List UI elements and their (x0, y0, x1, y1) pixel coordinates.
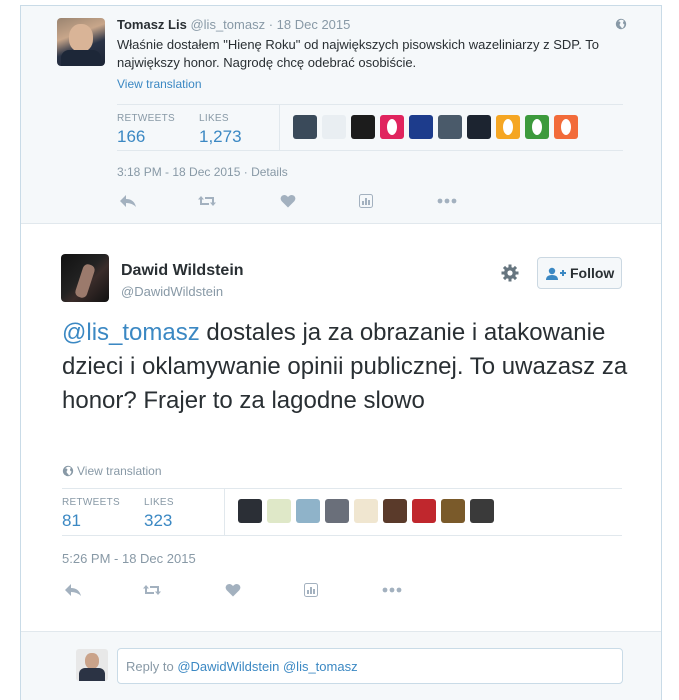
reply-input[interactable]: Reply to @DawidWildstein @lis_tomasz (117, 648, 623, 684)
liker-avatar[interactable] (412, 499, 436, 523)
parent-tweet-header: Tomasz Lis @lis_tomasz · 18 Dec 2015 (117, 17, 350, 32)
more-icon[interactable] (437, 198, 457, 204)
tweet-stats: RETWEETS 81 LIKES 323 (62, 488, 622, 536)
likes-label: LIKES (144, 497, 174, 508)
retweets-label: RETWEETS (62, 497, 120, 508)
tweet-date[interactable]: 18 Dec 2015 (277, 17, 351, 32)
liker-avatar[interactable] (322, 115, 346, 139)
liker-avatar[interactable] (293, 115, 317, 139)
liker-avatar-egg[interactable] (525, 115, 549, 139)
date-separator: · (265, 17, 277, 32)
liker-avatar[interactable] (409, 115, 433, 139)
liker-avatar-egg[interactable] (554, 115, 578, 139)
details-link[interactable]: Details (251, 165, 288, 179)
reply-icon[interactable] (119, 194, 137, 208)
likes-stat[interactable]: LIKES 323 (144, 497, 174, 531)
gear-icon[interactable] (501, 264, 519, 282)
retweet-icon[interactable] (142, 583, 162, 597)
avatar[interactable] (61, 254, 109, 302)
liker-avatar[interactable] (238, 499, 262, 523)
author-handle[interactable]: @lis_tomasz (190, 17, 265, 32)
analytics-icon[interactable] (359, 194, 373, 208)
avatar[interactable] (57, 18, 105, 66)
follow-user-icon (546, 267, 566, 280)
retweets-count[interactable]: 166 (117, 127, 175, 147)
divider (224, 489, 225, 535)
tweet-text: @lis_tomasz dostales ja za obrazanie i a… (62, 316, 632, 418)
liker-avatar[interactable] (354, 499, 378, 523)
tweet-timestamp: 5:26 PM - 18 Dec 2015 (62, 551, 196, 566)
retweets-label: RETWEETS (117, 113, 175, 124)
liker-avatar[interactable] (383, 499, 407, 523)
tweet-timestamp: 3:18 PM - 18 Dec 2015 · Details (117, 165, 288, 179)
liker-avatar[interactable] (296, 499, 320, 523)
timestamp-text: 3:18 PM - 18 Dec 2015 (117, 165, 241, 179)
view-translation-label: View translation (77, 464, 162, 478)
mention-link[interactable]: @lis_tomasz (62, 319, 200, 346)
liker-avatar-egg[interactable] (380, 115, 404, 139)
reply-icon[interactable] (64, 583, 82, 597)
parent-tweet[interactable]: Tomasz Lis @lis_tomasz · 18 Dec 2015 Wła… (21, 6, 661, 224)
retweets-stat[interactable]: RETWEETS 81 (62, 497, 120, 531)
globe-icon (62, 465, 74, 477)
tweet-actions (117, 194, 477, 214)
tweet-stats: RETWEETS 166 LIKES 1,273 (117, 104, 623, 151)
likes-count[interactable]: 1,273 (199, 127, 242, 147)
liker-avatar[interactable] (467, 115, 491, 139)
tweet-actions (62, 583, 422, 603)
like-icon[interactable] (225, 583, 241, 597)
likes-stat[interactable]: LIKES 1,273 (199, 113, 242, 147)
retweets-stat[interactable]: RETWEETS 166 (117, 113, 175, 147)
likes-label: LIKES (199, 113, 229, 124)
liker-avatar[interactable] (325, 499, 349, 523)
view-translation-link[interactable]: View translation (117, 77, 202, 91)
details-separator: · (240, 165, 252, 179)
liker-avatar[interactable] (267, 499, 291, 523)
globe-icon (615, 18, 627, 30)
tweet-text: Właśnie dostałem "Hienę Roku" od najwięk… (117, 37, 600, 70)
reply-composer: Reply to @DawidWildstein @lis_tomasz (21, 631, 661, 700)
divider (279, 105, 280, 150)
follow-button[interactable]: Follow (537, 257, 622, 289)
tweet-permalink-card: Tomasz Lis @lis_tomasz · 18 Dec 2015 Wła… (20, 5, 662, 700)
liker-avatar-egg[interactable] (496, 115, 520, 139)
liker-avatar[interactable] (441, 499, 465, 523)
follow-label: Follow (570, 265, 615, 281)
author-handle[interactable]: @DawidWildstein (121, 284, 223, 299)
reply-mentions: @DawidWildstein @lis_tomasz (177, 659, 358, 674)
liker-avatar[interactable] (438, 115, 462, 139)
liker-avatar[interactable] (351, 115, 375, 139)
likes-count[interactable]: 323 (144, 511, 174, 531)
liker-avatar[interactable] (470, 499, 494, 523)
reply-prefix: Reply to (126, 659, 178, 674)
more-icon[interactable] (382, 587, 402, 593)
analytics-icon[interactable] (304, 583, 318, 597)
author-name[interactable]: Dawid Wildstein (121, 262, 244, 280)
avatar (76, 649, 108, 681)
author-name[interactable]: Tomasz Lis (117, 17, 187, 32)
retweet-icon[interactable] (197, 194, 217, 208)
retweets-count[interactable]: 81 (62, 511, 120, 531)
like-icon[interactable] (280, 194, 296, 208)
